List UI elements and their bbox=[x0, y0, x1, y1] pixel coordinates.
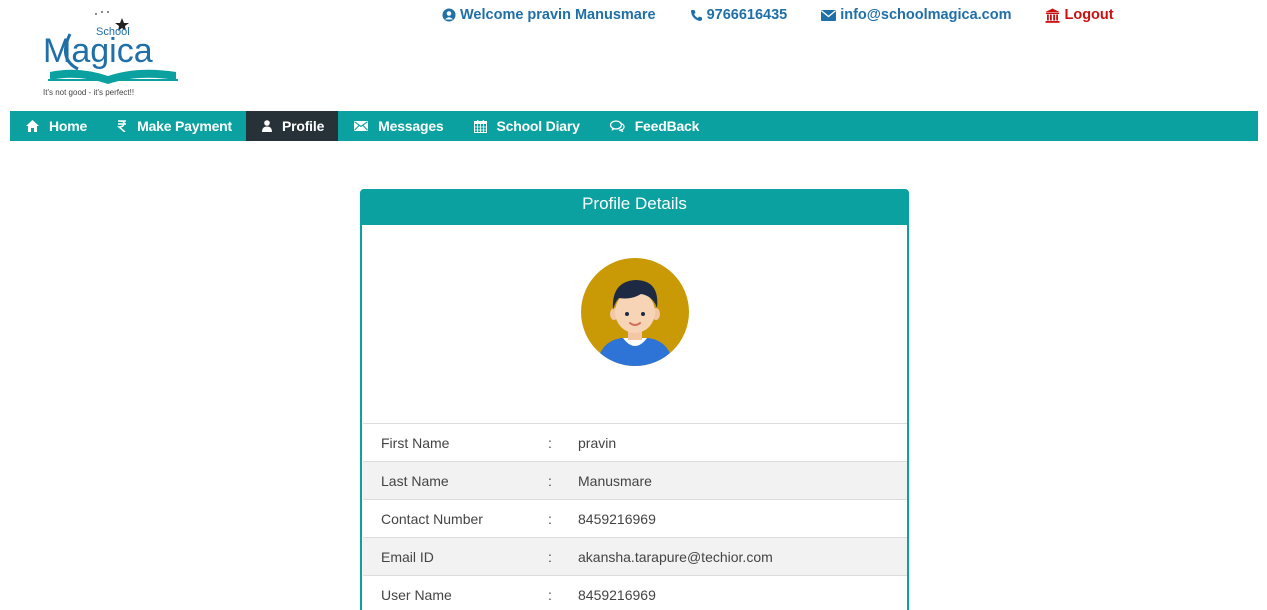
email-text: info@schoolmagica.com bbox=[840, 7, 1012, 23]
phone-contact[interactable]: 9766616435 bbox=[690, 7, 788, 23]
nav-feedback-label: FeedBack bbox=[634, 118, 700, 134]
phone-icon bbox=[690, 9, 703, 22]
nav-profile[interactable]: Profile bbox=[245, 111, 339, 141]
user-name-label: User Name bbox=[381, 586, 452, 603]
table-row: First Name : pravin bbox=[363, 423, 907, 461]
user-circle-icon bbox=[442, 8, 456, 22]
brand-tagline: It's not good - it's perfect!! bbox=[43, 88, 135, 97]
row-separator: : bbox=[548, 434, 552, 451]
last-name-label: Last Name bbox=[381, 472, 449, 489]
first-name-value: pravin bbox=[578, 434, 617, 451]
last-name-value: Manusmare bbox=[578, 472, 652, 489]
home-icon bbox=[26, 120, 39, 132]
nav-messages-label: Messages bbox=[378, 118, 444, 134]
email-id-value: akansha.tarapure@techior.com bbox=[578, 548, 773, 565]
email-contact[interactable]: info@schoolmagica.com bbox=[821, 7, 1011, 23]
table-row: User Name : 8459216969 bbox=[363, 575, 907, 610]
nav-home-label: Home bbox=[49, 118, 88, 134]
avatar bbox=[581, 258, 689, 366]
row-separator: : bbox=[548, 510, 552, 527]
contact-number-value: 8459216969 bbox=[578, 510, 656, 527]
nav-make-payment[interactable]: Make Payment bbox=[101, 111, 246, 141]
institution-icon bbox=[1045, 8, 1060, 23]
user-name-value: 8459216969 bbox=[578, 586, 656, 603]
nav-school-diary-label: School Diary bbox=[496, 118, 580, 134]
first-name-label: First Name bbox=[381, 434, 450, 451]
top-info-bar: Welcome pravin Manusmare 9766616435 info… bbox=[442, 7, 1114, 23]
user-icon bbox=[261, 120, 272, 132]
profile-card: Profile Details First Name: pravin Last… bbox=[360, 189, 909, 610]
contact-number-label: Contact Number bbox=[381, 510, 483, 527]
profile-card-title: Profile Details bbox=[362, 191, 907, 225]
logout-button[interactable]: Logout bbox=[1045, 7, 1114, 23]
nav-messages[interactable]: Messages bbox=[338, 111, 457, 141]
row-separator: : bbox=[548, 548, 552, 565]
welcome-user: Welcome pravin Manusmare bbox=[442, 7, 656, 23]
table-row: Contact Number : 8459216969 bbox=[363, 499, 907, 537]
nav-make-payment-label: Make Payment bbox=[137, 118, 232, 134]
logo-main-text: Magica bbox=[43, 32, 153, 70]
row-separator: : bbox=[548, 586, 552, 603]
nav-home[interactable]: Home bbox=[10, 111, 101, 141]
comments-icon bbox=[609, 120, 625, 132]
nav-feedback[interactable]: FeedBack bbox=[594, 111, 714, 141]
envelope-icon bbox=[821, 9, 837, 21]
logout-text: Logout bbox=[1064, 7, 1114, 23]
table-row: Email ID : akansha.tarapure@techior.com bbox=[363, 537, 907, 575]
brand-logo[interactable]: School Magica bbox=[38, 4, 188, 100]
envelope-icon bbox=[354, 121, 369, 131]
nav-profile-label: Profile bbox=[281, 118, 325, 134]
nav-school-diary[interactable]: School Diary bbox=[458, 111, 594, 141]
phone-text: 9766616435 bbox=[706, 7, 788, 23]
email-id-label: Email ID bbox=[381, 548, 434, 565]
calendar-icon bbox=[473, 119, 487, 133]
rupee-icon bbox=[117, 120, 127, 132]
main-nav: Home Make Payment Profile Messages Schoo… bbox=[10, 111, 1258, 141]
welcome-text: Welcome pravin Manusmare bbox=[460, 7, 656, 23]
profile-details-table: First Name : pravin Last Name : Manusmar… bbox=[363, 423, 907, 610]
row-separator: : bbox=[548, 472, 552, 489]
table-row: Last Name : Manusmare bbox=[363, 461, 907, 499]
